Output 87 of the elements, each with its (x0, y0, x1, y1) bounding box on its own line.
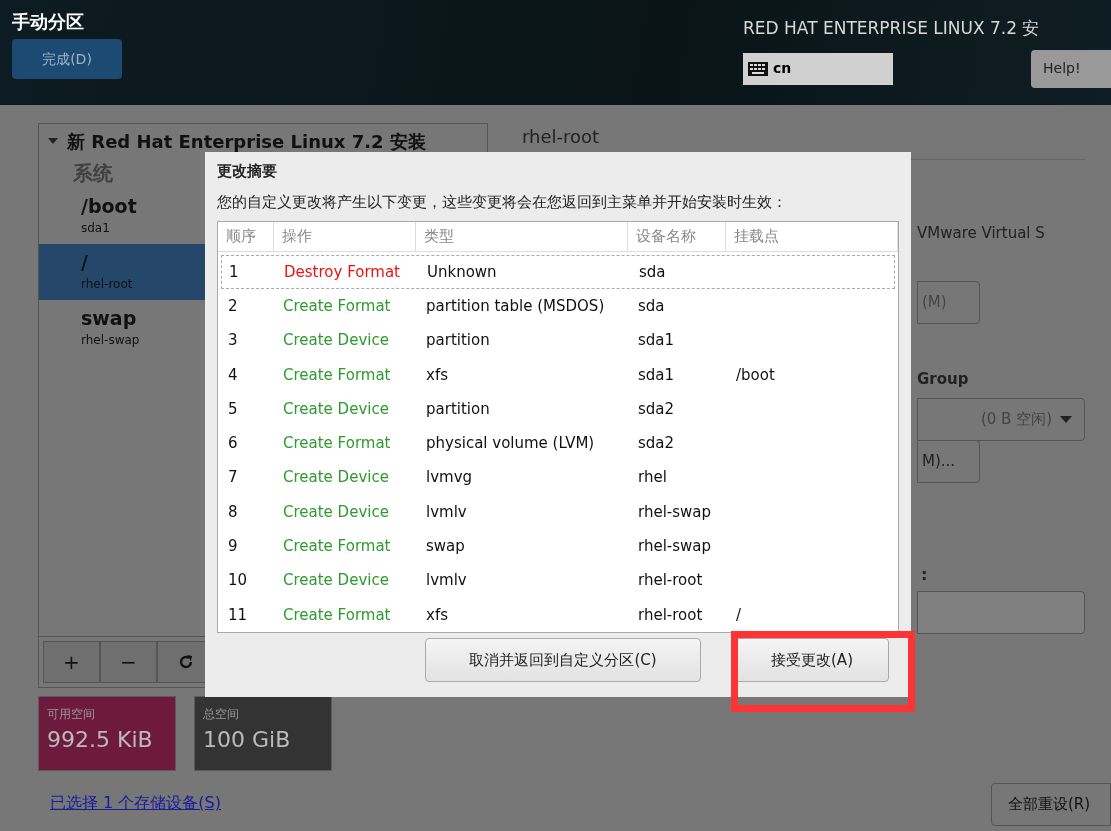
table-cell-text: 8 (227, 501, 239, 523)
toolbar-button[interactable]: + (43, 641, 100, 683)
dialog-title: 更改摘要 (217, 161, 278, 182)
dropdown-caret-icon (1060, 415, 1072, 424)
table-row[interactable]: 9 Create Format swap rhel-swap (221, 529, 895, 564)
volume-group-label: Group (917, 368, 970, 390)
table-cell-text: Destroy Format (283, 261, 401, 283)
table-cell-text: lvmvg (425, 467, 474, 489)
column-header[interactable]: 设备名称 (628, 222, 726, 251)
column-header[interactable]: 挂载点 (726, 222, 898, 251)
table-row[interactable]: 7 Create Device lvmvg rhel (221, 460, 895, 495)
done-button[interactable]: 完成(D) (12, 39, 122, 79)
table-cell-text: lvmlv (425, 570, 468, 592)
table-row[interactable]: 4 Create Format xfs sda1 /boot (221, 357, 895, 392)
column-header[interactable]: 操作 (274, 222, 416, 251)
keyboard-icon (747, 60, 769, 77)
device-title: rhel-root (522, 125, 601, 149)
table-cell-text: rhel (637, 467, 668, 489)
table-cell-text: rhel-swap (637, 536, 712, 558)
table-cell-text: sda2 (637, 398, 676, 420)
table-cell-text: Create Format (282, 536, 392, 558)
table-cell-text: partition (425, 330, 491, 352)
table-cell-text: Create Device (282, 330, 390, 352)
device-description: VMware Virtual S (917, 223, 1046, 244)
keyboard-layout-text: cn (773, 59, 792, 78)
column-header[interactable]: 类型 (416, 222, 628, 251)
table-cell-text: 7 (227, 467, 239, 489)
table-cell-text: Create Format (282, 433, 392, 455)
table-cell-text: Create Format (282, 364, 392, 386)
cancel-button[interactable]: 取消并返回到自定义分区(C) (425, 638, 701, 682)
table-cell-text: sda (637, 295, 666, 317)
table-cell-text: Unknown (426, 261, 498, 283)
column-header[interactable]: 顺序 (218, 222, 274, 251)
table-row[interactable]: 11 Create Format xfs rhel-root / (221, 597, 895, 633)
table-cell-text: rhel-swap (637, 501, 712, 523)
reset-all-button[interactable]: 全部重设(R) (991, 783, 1111, 826)
keyboard-layout-field[interactable]: cn (743, 52, 893, 85)
table-cell-text: Create Device (282, 398, 390, 420)
page-title: 手动分区 (12, 10, 85, 34)
table-cell-text: xfs (425, 604, 449, 626)
expander-icon[interactable] (47, 136, 59, 146)
table-row[interactable]: 8 Create Device lvmlv rhel-swap (221, 494, 895, 530)
name-label: : (921, 564, 928, 586)
table-cell-text: 9 (227, 536, 239, 558)
table-row[interactable]: 3 Create Device partition sda1 (221, 323, 895, 358)
table-cell-text: sda (638, 261, 667, 283)
table-cell-text: swap (425, 536, 466, 558)
table-cell-text: Create Format (282, 295, 392, 317)
product-title: RED HAT ENTERPRISE LINUX 7.2 安 (743, 17, 1040, 40)
table-row[interactable]: 5 Create Device partition sda2 (221, 391, 895, 427)
table-row[interactable]: 1 Destroy Format Unknown sda (221, 254, 895, 290)
table-cell-text: physical volume (LVM) (425, 433, 596, 455)
help-button[interactable]: Help! (1031, 49, 1111, 88)
table-cell-text: 2 (227, 295, 239, 317)
table-cell-text: rhel-root (637, 604, 704, 626)
table-cell-text: 4 (227, 364, 239, 386)
name-field[interactable] (917, 591, 1085, 634)
table-cell-text: 3 (227, 330, 239, 352)
table-cell-text: rhel-root (637, 570, 704, 592)
table-cell-text: 5 (227, 398, 239, 420)
accept-button[interactable]: 接受更改(A) (735, 638, 889, 682)
table-cell-text: Create Device (282, 570, 390, 592)
table-row[interactable]: 2 Create Format partition table (MSDOS) sda (221, 289, 895, 324)
table-cell-text: Create Format (282, 604, 392, 626)
table-cell-text: lvmlv (425, 501, 468, 523)
installation-title: 新 Red Hat Enterprise Linux 7.2 安装 (67, 129, 426, 154)
table-cell-text: 10 (227, 570, 249, 592)
dialog-description: 您的自定义更改将产生以下变更，这些变更将会在您返回到主菜单并开始安装时生效： (217, 191, 788, 213)
modify-group-button[interactable]: M)... (917, 440, 980, 483)
table-cell-text: /boot (735, 364, 776, 386)
space-tile: 可用空间 992.5 KiB (38, 696, 176, 771)
table-cell-text: 6 (227, 433, 239, 455)
table-cell-text: 11 (227, 604, 249, 626)
table-cell-text: / (735, 604, 743, 626)
table-cell-text: sda1 (637, 364, 676, 386)
table-cell-text: xfs (425, 364, 449, 386)
table-row[interactable]: 6 Create Format physical volume (LVM) sda2 (221, 426, 895, 461)
table-cell-text: Create Device (282, 501, 390, 523)
space-tile: 总空间 100 GiB (194, 696, 332, 771)
table-row[interactable]: 10 Create Device lvmlv rhel-root (221, 563, 895, 598)
table-cell-text: sda2 (637, 433, 676, 455)
table-cell-text: partition table (MSDOS) (425, 295, 606, 317)
table-cell-text: partition (425, 398, 491, 420)
toolbar-button[interactable]: − (100, 641, 157, 683)
table-cell-text: 1 (228, 261, 240, 283)
table-cell-text: Create Device (282, 467, 390, 489)
table-cell-text: sda1 (637, 330, 676, 352)
